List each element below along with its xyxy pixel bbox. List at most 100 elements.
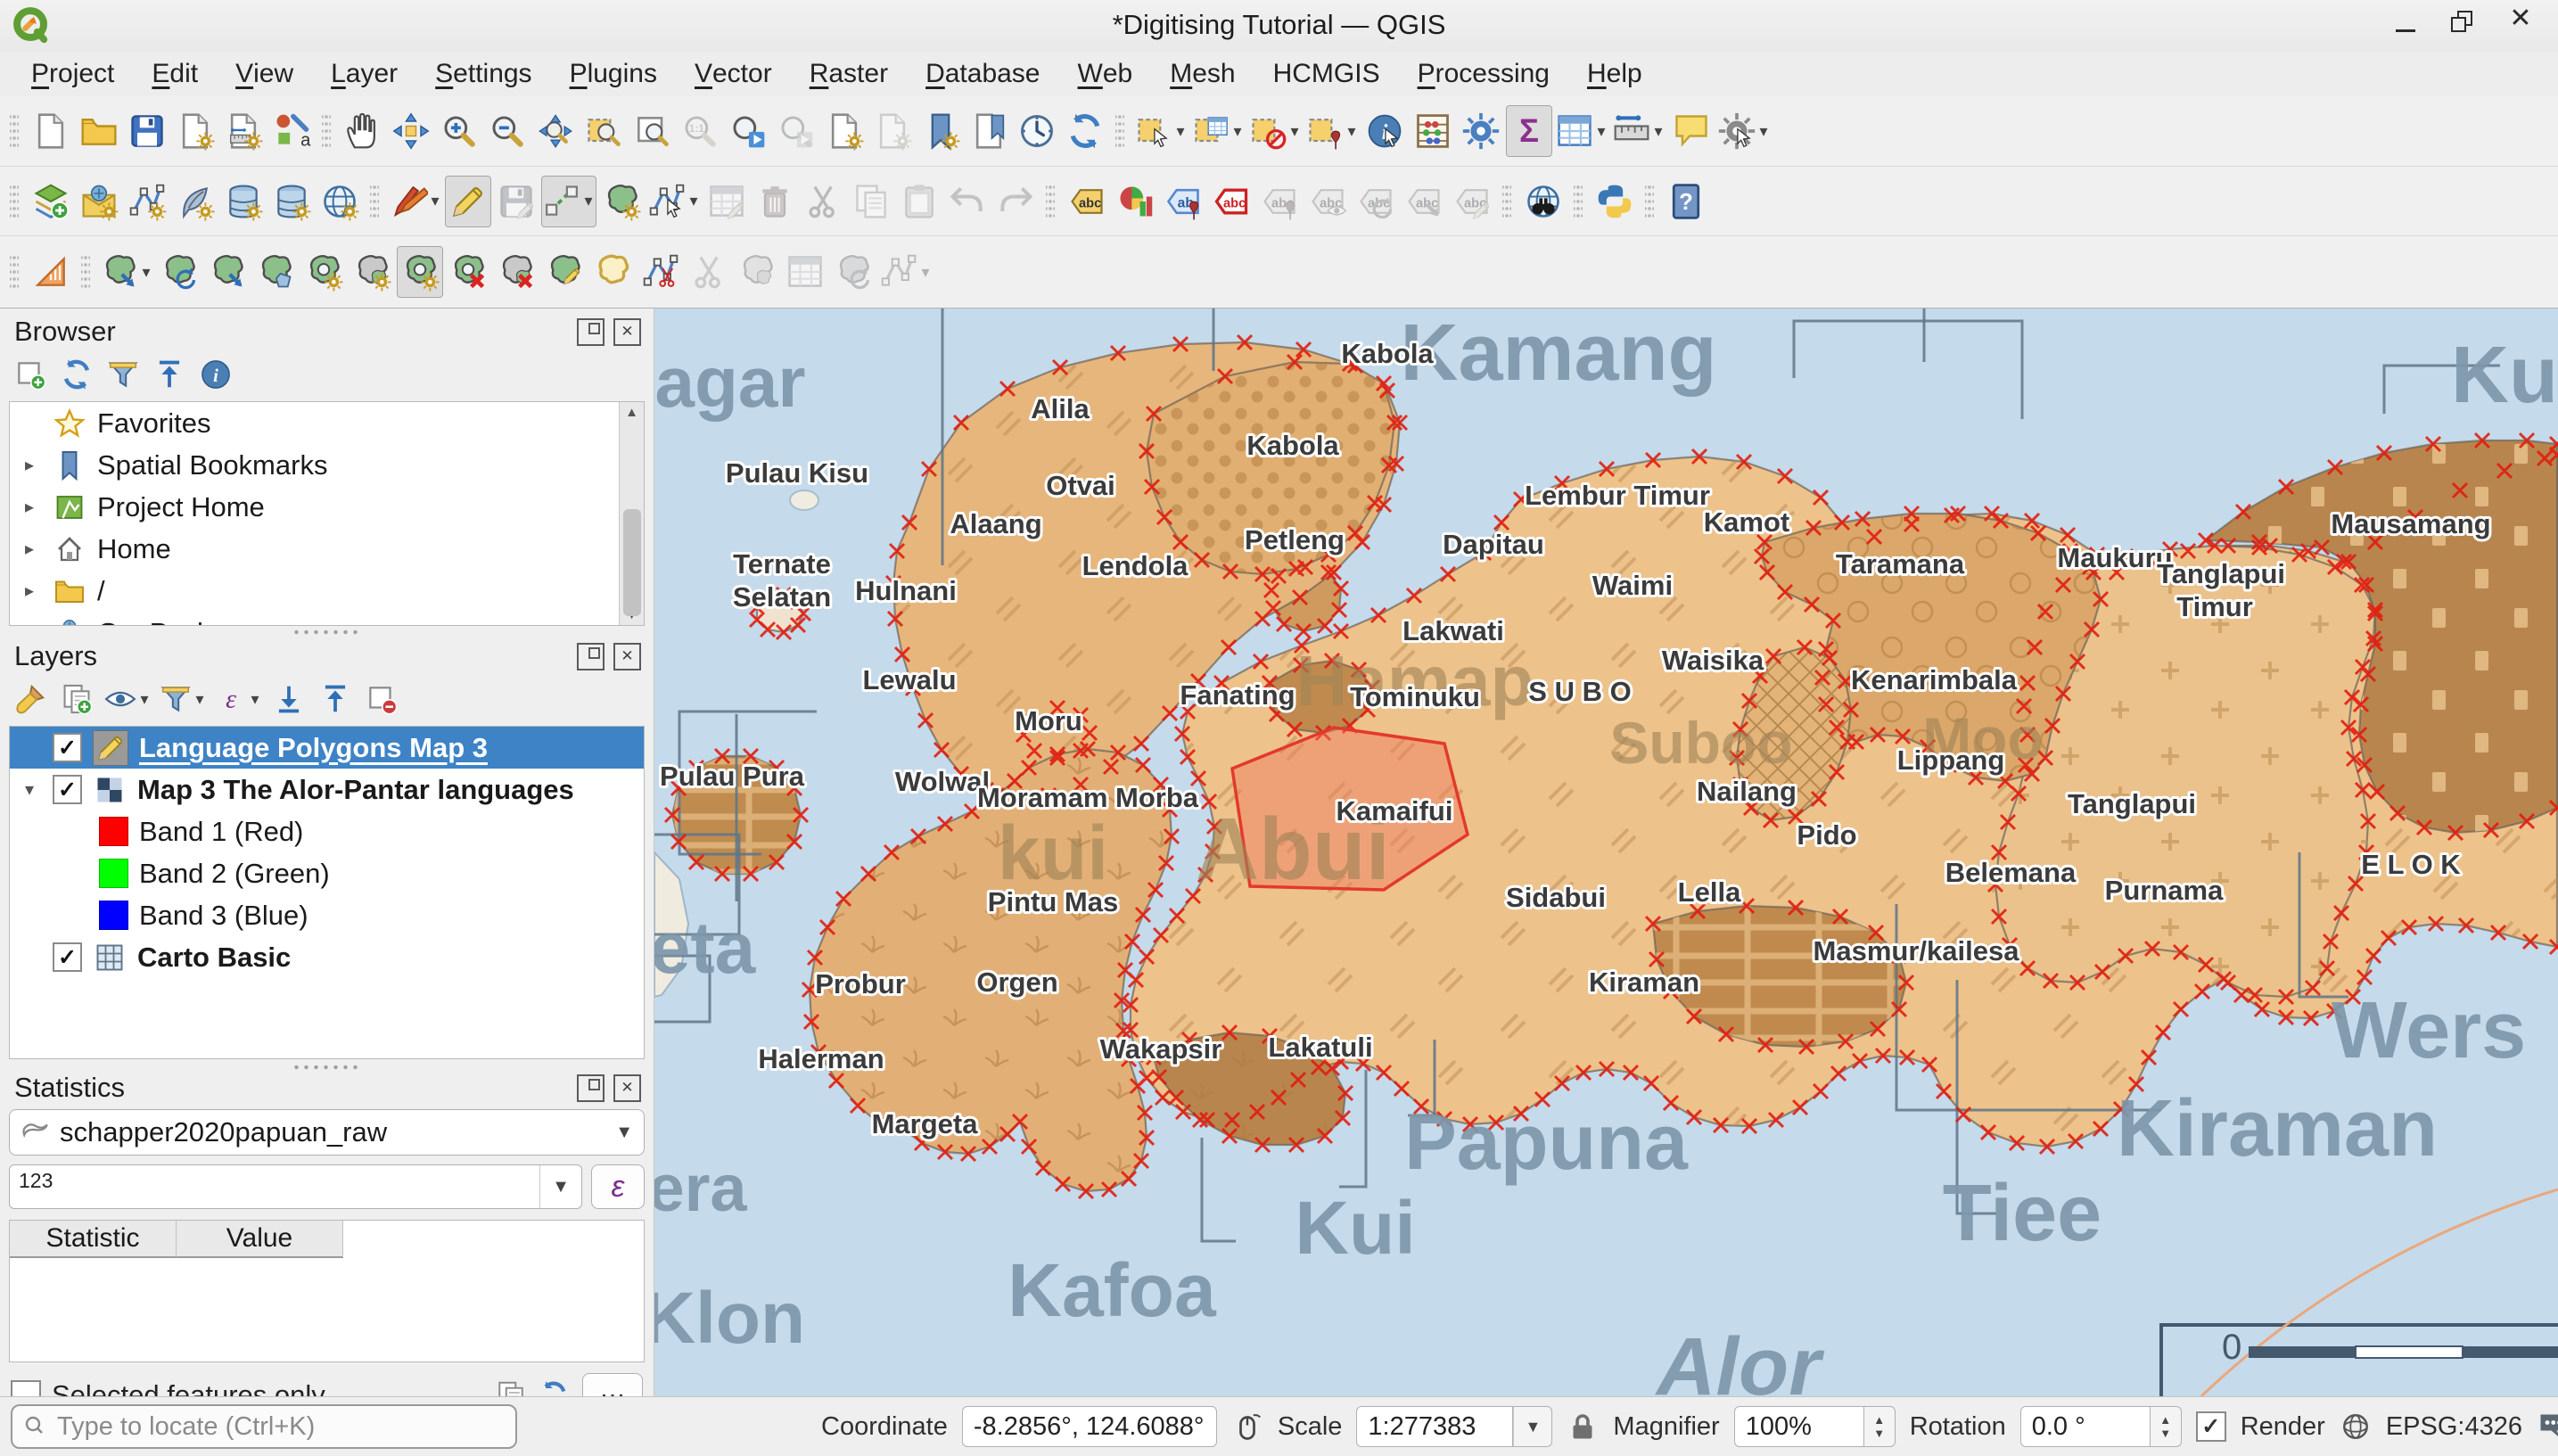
temporal-controller-button[interactable] — [1014, 105, 1060, 157]
menu-vector[interactable]: Vector — [676, 52, 791, 96]
expander-icon[interactable]: ▸ — [17, 496, 42, 518]
crs-globe-icon[interactable] — [2340, 1411, 2372, 1443]
menu-hcmgis[interactable]: HCMGIS — [1254, 52, 1399, 96]
menu-plugins[interactable]: Plugins — [551, 52, 676, 96]
toolbar-grip[interactable] — [1645, 183, 1654, 220]
new-project-button[interactable] — [28, 105, 74, 157]
paste-features-button[interactable] — [896, 176, 942, 227]
refresh-button[interactable] — [56, 353, 97, 396]
statistics-close-icon[interactable]: ✕ — [613, 1074, 641, 1102]
statistics-field-combo[interactable]: 123 ▼ — [9, 1164, 582, 1209]
add-group-button[interactable] — [56, 678, 97, 720]
toolbar-grip[interactable] — [322, 112, 331, 150]
merge-features-button[interactable] — [734, 246, 780, 298]
messages-icon[interactable] — [2537, 1411, 2558, 1443]
layer-visibility-checkbox[interactable]: ✓ — [53, 775, 82, 804]
menu-help[interactable]: Help — [1568, 52, 1661, 96]
toolbar-grip[interactable] — [1046, 183, 1055, 220]
minimize-button[interactable] — [2396, 12, 2415, 32]
menu-raster[interactable]: Raster — [791, 52, 907, 96]
add-layer-button[interactable] — [10, 353, 51, 396]
add-postgis-layer-button[interactable] — [220, 176, 267, 227]
deselect-features-button[interactable]: ▾ — [1247, 105, 1303, 157]
layer-diagram-button[interactable] — [1112, 176, 1158, 227]
browser-item-geopackage[interactable]: GeoPackage — [10, 612, 644, 626]
move-label-button[interactable] — [1256, 176, 1303, 227]
show-spatial-bookmarks-button[interactable] — [917, 105, 964, 157]
toolbar-grip[interactable] — [10, 253, 19, 291]
run-feature-action-button[interactable]: ▾ — [1716, 105, 1772, 157]
statistics-col-statistic[interactable]: Statistic — [10, 1221, 177, 1258]
copy-features-button[interactable] — [848, 176, 894, 227]
select-by-value-button[interactable]: ▾ — [1190, 105, 1246, 157]
layer-visibility-checkbox[interactable]: ✓ — [53, 733, 82, 762]
statistics-col-value[interactable]: Value — [177, 1221, 343, 1258]
locate-input[interactable]: Type to locate (Ctrl+K) — [11, 1404, 517, 1449]
coordinate-field[interactable]: -8.2856°, 124.6088° — [962, 1406, 1217, 1447]
delete-ring-button[interactable] — [445, 246, 491, 298]
layer-item-language-polygons-map-3[interactable]: ✓Language Polygons Map 3 — [10, 727, 644, 769]
new-map-view-button[interactable] — [821, 105, 868, 157]
modify-attributes-button[interactable] — [703, 176, 750, 227]
toolbar-grip[interactable] — [10, 183, 19, 220]
offset-curve-button[interactable] — [589, 246, 636, 298]
browser-tree[interactable]: Favorites▸Spatial Bookmarks▸Project Home… — [9, 401, 645, 626]
help-contents-button[interactable] — [1663, 176, 1709, 227]
merge-attributes-button[interactable] — [782, 246, 828, 298]
collapse-all-button[interactable] — [149, 353, 190, 396]
new-spatial-bookmark-button[interactable] — [966, 105, 1012, 157]
expression-builder-button[interactable]: ε — [591, 1164, 645, 1209]
layout-manager-button[interactable] — [220, 105, 267, 157]
zoom-native-button[interactable] — [677, 105, 723, 157]
layer-labeling-button[interactable] — [1064, 176, 1110, 227]
measure-button[interactable]: ▾ — [1611, 105, 1666, 157]
zoom-full-button[interactable] — [532, 105, 579, 157]
zoom-in-button[interactable] — [436, 105, 482, 157]
curved-label-button[interactable] — [1449, 176, 1495, 227]
add-spatialite-layer-button[interactable] — [172, 176, 218, 227]
toolbar-grip[interactable] — [1115, 112, 1124, 150]
menu-project[interactable]: Project — [12, 52, 133, 96]
statistics-layer-combo[interactable]: schapper2020papuan_raw ▼ — [9, 1109, 645, 1156]
add-vector-layer-button[interactable] — [124, 176, 170, 227]
rotate-feature-button[interactable] — [156, 246, 202, 298]
rotate-point-symbols-button[interactable] — [830, 246, 876, 298]
python-console-button[interactable] — [1592, 176, 1638, 227]
remove-layer-button[interactable] — [361, 678, 402, 720]
map-canvas[interactable]: 0agarKamangKuHamapSubooMookuiAbuiPapunaK… — [654, 308, 2558, 1396]
rotation-spinner[interactable]: 0.0 ° ▲▼ — [2020, 1406, 2182, 1447]
menu-database[interactable]: Database — [907, 52, 1058, 96]
menu-processing[interactable]: Processing — [1399, 52, 1568, 96]
restore-button[interactable] — [2451, 11, 2472, 32]
processing-toolbox-button[interactable] — [1458, 105, 1504, 157]
layer-visibility-checkbox[interactable]: ✓ — [53, 942, 82, 972]
cut-features-button[interactable] — [800, 176, 846, 227]
toolbar-grip[interactable] — [81, 253, 90, 291]
trim-extend-button[interactable]: ▾ — [878, 246, 934, 298]
statistics-float-icon[interactable] — [577, 1074, 605, 1102]
menu-settings[interactable]: Settings — [416, 52, 550, 96]
browser-item-home[interactable]: ▸Home — [10, 528, 644, 570]
layers-tree[interactable]: ✓Language Polygons Map 3▾✓Map 3 The Alor… — [9, 726, 645, 1059]
menu-web[interactable]: Web — [1059, 52, 1152, 96]
magnifier-spinner[interactable]: 100% ▲▼ — [1734, 1406, 1896, 1447]
show-hide-labels-button[interactable] — [1304, 176, 1351, 227]
open-layer-styling-button[interactable] — [10, 678, 51, 720]
layer-item-band-1-red-[interactable]: Band 1 (Red) — [10, 810, 644, 852]
layer-item-band-3-blue-[interactable]: Band 3 (Blue) — [10, 894, 644, 936]
add-polygon-feature-button[interactable] — [598, 176, 645, 227]
filter-browser-button[interactable] — [103, 353, 144, 396]
scale-combo[interactable]: 1:277383 ▼ — [1356, 1406, 1552, 1447]
toolbar-grip[interactable] — [10, 112, 19, 150]
data-source-manager-button[interactable] — [28, 176, 74, 227]
expander-icon[interactable]: ▸ — [17, 538, 42, 560]
save-project-button[interactable] — [124, 105, 170, 157]
menu-layer[interactable]: Layer — [312, 52, 416, 96]
delete-selected-button[interactable] — [752, 176, 798, 227]
statistical-summary-button[interactable] — [1506, 105, 1552, 157]
toggle-editing-button[interactable] — [445, 176, 491, 227]
manage-map-themes-button[interactable]: ▾ — [103, 678, 152, 720]
properties-widget-button[interactable] — [195, 353, 236, 396]
close-button[interactable]: ✕ — [2508, 9, 2533, 34]
expander-icon[interactable]: ▸ — [17, 580, 42, 602]
